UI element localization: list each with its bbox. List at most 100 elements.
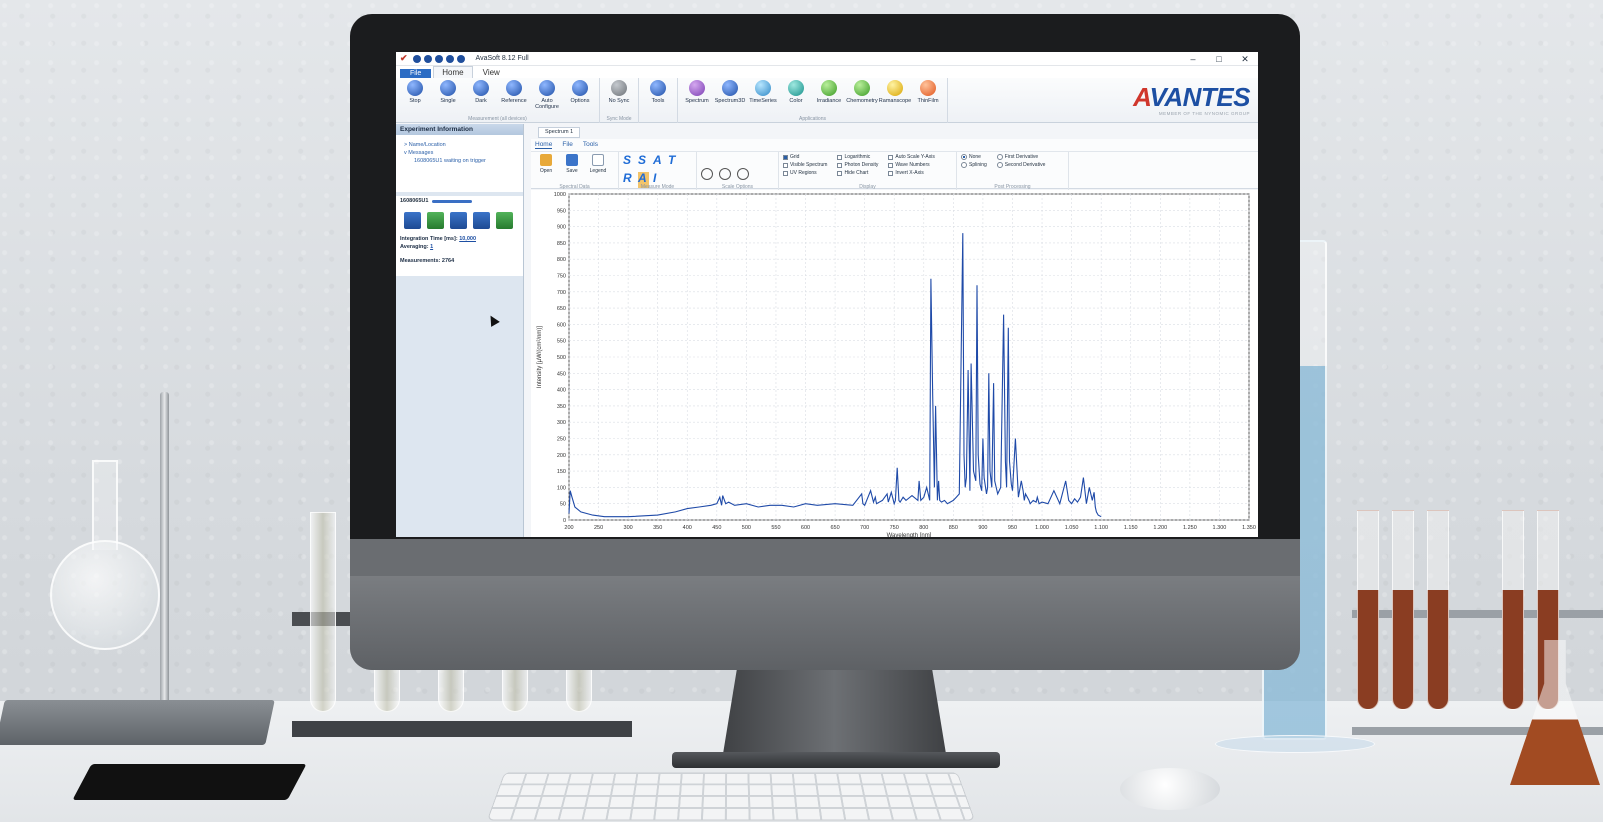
checkbox-icon <box>783 162 788 168</box>
x-tick-label: 1.050 <box>1065 525 1079 531</box>
device-power-icon[interactable] <box>496 212 513 229</box>
window-title: AvaSoft 8.12 Full <box>475 55 529 62</box>
checkbox-invert-x-axis[interactable]: Invert X-Axis <box>888 170 934 176</box>
quick-access-button[interactable] <box>445 54 454 63</box>
irradiance-icon <box>821 80 837 96</box>
x-tick-label: 500 <box>742 525 751 531</box>
ribbon-button-label: Chemometry <box>846 98 878 104</box>
radio-second-derivative[interactable]: Second Derivative <box>996 162 1045 168</box>
save-button[interactable]: Save <box>561 154 583 188</box>
checkbox-hide-chart[interactable]: Hide Chart <box>837 170 878 176</box>
x-tick-label: 450 <box>712 525 721 531</box>
mode-absorbance-button[interactable]: A <box>653 154 664 171</box>
checkbox-grid[interactable]: Grid <box>783 154 827 160</box>
y-tick-label: 550 <box>557 339 566 345</box>
legend-button[interactable]: Legend <box>587 154 609 188</box>
open-button[interactable]: Open <box>535 154 557 188</box>
averaging-value[interactable]: 1 <box>430 244 433 250</box>
y-tick-label: 750 <box>557 274 566 280</box>
close-button[interactable]: ✕ <box>1232 52 1258 66</box>
ribbon-button-label: ThinFilm <box>917 98 939 104</box>
scale-options-group: Scale Options <box>697 152 779 190</box>
y-tick-label: 0 <box>563 518 566 524</box>
rack-bar <box>1352 610 1603 618</box>
tools-button[interactable]: Tools <box>643 80 673 123</box>
chart-menu-tools[interactable]: Tools <box>583 141 598 149</box>
tab-view[interactable]: View <box>475 67 508 78</box>
checkbox-auto-scale-y-axis[interactable]: Auto Scale Y-Axis <box>888 154 935 160</box>
quick-access-button[interactable] <box>456 54 465 63</box>
radio-none[interactable]: None <box>961 154 987 160</box>
no-sync-icon <box>611 80 627 96</box>
device-settings-icon[interactable] <box>404 212 421 229</box>
zoom-out-icon[interactable] <box>737 168 749 180</box>
x-tick-label: 900 <box>978 525 987 531</box>
lab-stand-base <box>0 700 275 745</box>
x-tick-label: 600 <box>801 525 810 531</box>
quick-access-button[interactable] <box>423 54 432 63</box>
x-axis-label: Wavelength [nm] <box>887 533 932 537</box>
checkbox-photon-density[interactable]: Photon Density <box>837 162 878 168</box>
checkbox-logarithmic[interactable]: Logarithmic <box>837 154 878 160</box>
y-tick-label: 350 <box>557 404 566 410</box>
ribbon-group: No Sync Sync Mode <box>600 78 639 123</box>
y-tick-label: 900 <box>557 225 566 231</box>
experiment-pane: Experiment Information > Name/Location v… <box>396 124 524 537</box>
device-save-icon[interactable] <box>427 212 444 229</box>
radio-icon <box>996 154 1003 160</box>
ribbon-button-label: Auto Configure <box>535 98 559 110</box>
radio-first-derivative[interactable]: First Derivative <box>996 154 1046 160</box>
y-tick-label: 50 <box>560 502 566 508</box>
quick-access-button[interactable] <box>434 54 443 63</box>
quick-access-button[interactable] <box>412 54 421 63</box>
device-chart-icon[interactable] <box>473 212 490 229</box>
chart-ribbon: Home File Tools Open Save Legend Spectra… <box>531 139 1258 190</box>
spectrum-chart[interactable]: 200 250 300 350 400 450 500 550 600 650 700 750 800 8… <box>531 190 1258 537</box>
menu-file[interactable]: File <box>400 69 432 78</box>
x-tick-label: 750 <box>890 525 899 531</box>
x-tick-label: 700 <box>860 525 869 531</box>
ribbon-button-label: Dark <box>475 98 487 104</box>
ribbon-button-label: Ramanscope <box>878 98 912 104</box>
device-info: Integration Time [ms]: 10,000 Averaging:… <box>400 235 519 265</box>
y-tick-label: 650 <box>557 306 566 312</box>
experiment-tree: > Name/Location v Messages 1608065U1 wai… <box>396 135 523 192</box>
y-tick-label: 200 <box>557 453 566 459</box>
mouse-cursor-icon <box>486 313 500 327</box>
thinfilm-icon <box>920 80 936 96</box>
checkbox-icon <box>837 154 843 160</box>
post-processing-group: None Splining First Derivative Second Deri… <box>957 152 1069 190</box>
ribbon-group: Stop Single Dark Reference Auto Configure Opt… <box>396 78 600 123</box>
checkbox-uv-regions[interactable]: UV Regions <box>783 170 827 176</box>
checkbox-visible-spectrum[interactable]: Visible Spectrum <box>783 162 827 168</box>
device-filter-icon[interactable] <box>450 212 467 229</box>
checkbox-wave-numbers[interactable]: Wave Numbers <box>888 162 934 168</box>
mode-scope-button[interactable]: S <box>623 154 634 171</box>
x-tick-label: 950 <box>1008 525 1017 531</box>
x-tick-label: 1.150 <box>1124 525 1138 531</box>
y-tick-label: 400 <box>557 388 566 394</box>
minimize-button[interactable]: – <box>1180 52 1206 66</box>
zoom-fit-icon[interactable] <box>719 168 731 180</box>
y-tick-label: 300 <box>557 420 566 426</box>
tree-item-message[interactable]: 1608065U1 waiting on trigger <box>404 157 515 165</box>
radio-splining[interactable]: Splining <box>961 162 987 168</box>
ribbon-button-label: Reference <box>501 98 527 104</box>
options-icon <box>572 80 588 96</box>
chart-menu-file[interactable]: File <box>562 141 572 149</box>
x-tick-label: 1.250 <box>1183 525 1197 531</box>
y-tick-label: 1000 <box>554 192 566 198</box>
mode-scope-dark-button[interactable]: S <box>638 154 649 171</box>
zoom-in-icon[interactable] <box>701 168 713 180</box>
integration-time-value[interactable]: 10,000 <box>459 236 476 242</box>
tree-item-name-location[interactable]: > Name/Location <box>404 141 515 149</box>
option-label: Auto Scale Y-Axis <box>895 154 935 160</box>
tab-home[interactable]: Home <box>433 66 473 78</box>
device-header[interactable]: 1608065U1 <box>396 196 523 206</box>
reference-icon <box>506 80 522 96</box>
tree-item-messages[interactable]: v Messages <box>404 149 515 157</box>
maximize-button[interactable]: □ <box>1206 52 1232 66</box>
mode-transmittance-button[interactable]: T <box>668 154 679 171</box>
chart-menu-home[interactable]: Home <box>535 141 553 149</box>
tab-spectrum-1[interactable]: Spectrum 1 <box>538 127 581 138</box>
